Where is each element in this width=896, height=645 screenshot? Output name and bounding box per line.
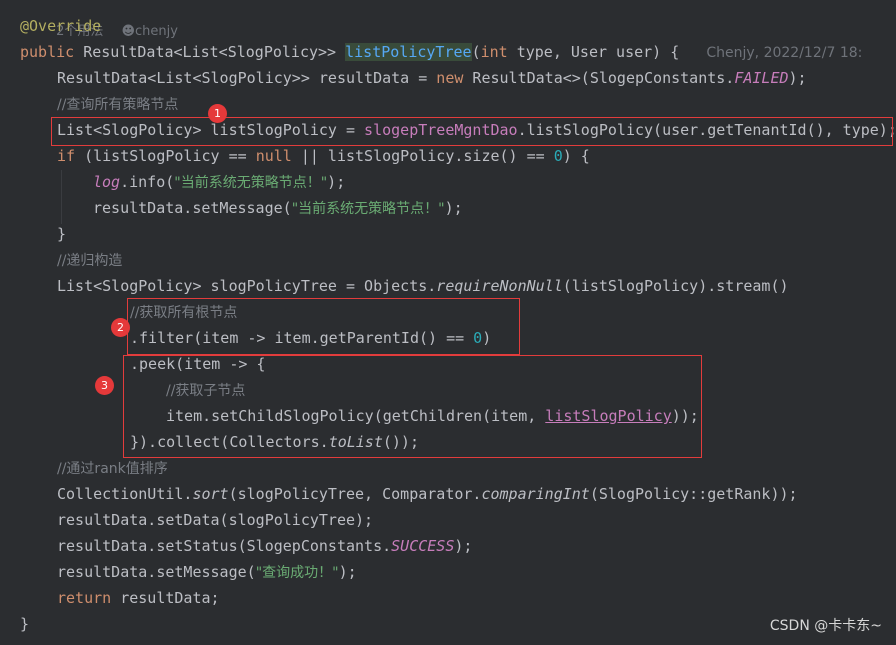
code-text: }	[20, 615, 30, 633]
code-text: (slogPolicyTree, Comparator.	[228, 485, 482, 503]
code-line-8: resultData.setMessage("当前系统无策略节点！");	[93, 195, 463, 221]
author-icon: ☻	[121, 24, 136, 39]
highlight-box-2	[127, 298, 520, 355]
code-text: (listSlogPolicy ==	[75, 147, 256, 165]
code-line-20: resultData.setData(slogPolicyTree);	[57, 507, 373, 533]
string-literal: "查询成功！"	[255, 565, 339, 581]
return-type: ResultData<List<SlogPolicy>>	[83, 43, 337, 61]
keyword-int: int	[480, 43, 508, 61]
code-line-4: //查询所有策略节点	[57, 91, 178, 117]
code-line-18: //通过rank值排序	[57, 455, 168, 481]
highlight-box-3	[123, 355, 702, 458]
comment-query-all: //查询所有策略节点	[57, 97, 179, 113]
code-text: (listSlogPolicy).stream()	[562, 277, 789, 295]
code-text: resultData.setData(slogPolicyTree);	[57, 511, 374, 529]
code-text: CollectionUtil.	[57, 485, 193, 503]
number-literal: 0	[553, 147, 563, 165]
code-text: resultData.setMessage(	[93, 199, 292, 217]
code-text: );	[454, 537, 473, 555]
code-text: List<SlogPolicy> slogPolicyTree = Object…	[57, 277, 437, 295]
code-text: || listSlogPolicy.size() ==	[291, 147, 554, 165]
code-line-22: resultData.setMessage("查询成功！");	[57, 559, 357, 585]
marker-badge-3: 3	[95, 376, 114, 395]
string-literal: "当前系统无策略节点！"	[174, 175, 328, 191]
comment-recursive: //递归构造	[57, 253, 123, 269]
keyword-if: if	[57, 147, 76, 165]
code-text: );	[327, 173, 346, 191]
code-line-9: }	[57, 221, 66, 247]
usage-author: chenjy	[135, 24, 178, 39]
string-literal: "当前系统无策略节点！"	[291, 201, 445, 217]
code-line-3: ResultData<List<SlogPolicy>> resultData …	[57, 65, 807, 91]
code-line-23: return resultData;	[57, 585, 220, 611]
code-text: ) {	[562, 147, 590, 165]
indent-guide	[61, 170, 62, 224]
code-text: ResultData<List<SlogPolicy>> resultData …	[57, 69, 437, 87]
code-text: .info(	[120, 173, 175, 191]
code-text: resultData.setMessage(	[57, 563, 256, 581]
constant-failed: FAILED	[734, 69, 789, 87]
keyword-new: new	[436, 69, 464, 87]
log-field: log	[93, 173, 121, 191]
code-line-signature: public ResultData<List<SlogPolicy>> list…	[20, 39, 896, 65]
csdn-watermark: CSDN @卡卡东~	[769, 618, 882, 634]
constant-success: SUCCESS	[391, 537, 455, 555]
keyword-null: null	[255, 147, 292, 165]
static-method: sort	[192, 485, 229, 503]
code-text: ResultData<>(SlogepConstants.	[463, 69, 735, 87]
override-annotation: @Override	[20, 17, 102, 35]
code-line-19: CollectionUtil.sort(slogPolicyTree, Comp…	[57, 481, 798, 507]
code-line-21: resultData.setStatus(SlogepConstants.SUC…	[57, 533, 472, 559]
code-text: );	[338, 563, 357, 581]
keyword-return: return	[57, 589, 112, 607]
code-editor[interactable]: 2个用法 ☻chenjy @Override public ResultData…	[0, 0, 896, 645]
marker-badge-1: 1	[208, 104, 227, 123]
git-blame-annotation[interactable]: Chenjy, 2022/12/7 18:	[706, 45, 862, 61]
highlight-box-1	[51, 117, 893, 146]
code-line-6: if (listSlogPolicy == null || listSlogPo…	[57, 143, 590, 169]
method-name[interactable]: listPolicyTree	[345, 43, 472, 61]
static-method: requireNonNull	[436, 277, 563, 295]
code-text: resultData.setStatus(SlogepConstants.	[57, 537, 392, 555]
static-method: comparingInt	[481, 485, 590, 503]
code-text: );	[444, 199, 463, 217]
comment-sort-rank: //通过rank值排序	[57, 461, 168, 477]
code-text: resultData;	[111, 589, 220, 607]
params-rest: type, User user) {	[507, 43, 680, 61]
code-text: }	[57, 225, 67, 243]
code-text: );	[788, 69, 807, 87]
code-line-24: }	[20, 611, 29, 637]
code-line-10: //递归构造	[57, 247, 122, 273]
code-line-annotation: @Override	[20, 13, 101, 39]
code-text: (SlogPolicy::getRank));	[589, 485, 798, 503]
paren-open: (	[471, 43, 481, 61]
keyword-public: public	[20, 43, 75, 61]
marker-badge-2: 2	[111, 318, 130, 337]
code-line-7: log.info("当前系统无策略节点！");	[93, 169, 345, 195]
code-line-11: List<SlogPolicy> slogPolicyTree = Object…	[57, 273, 789, 299]
